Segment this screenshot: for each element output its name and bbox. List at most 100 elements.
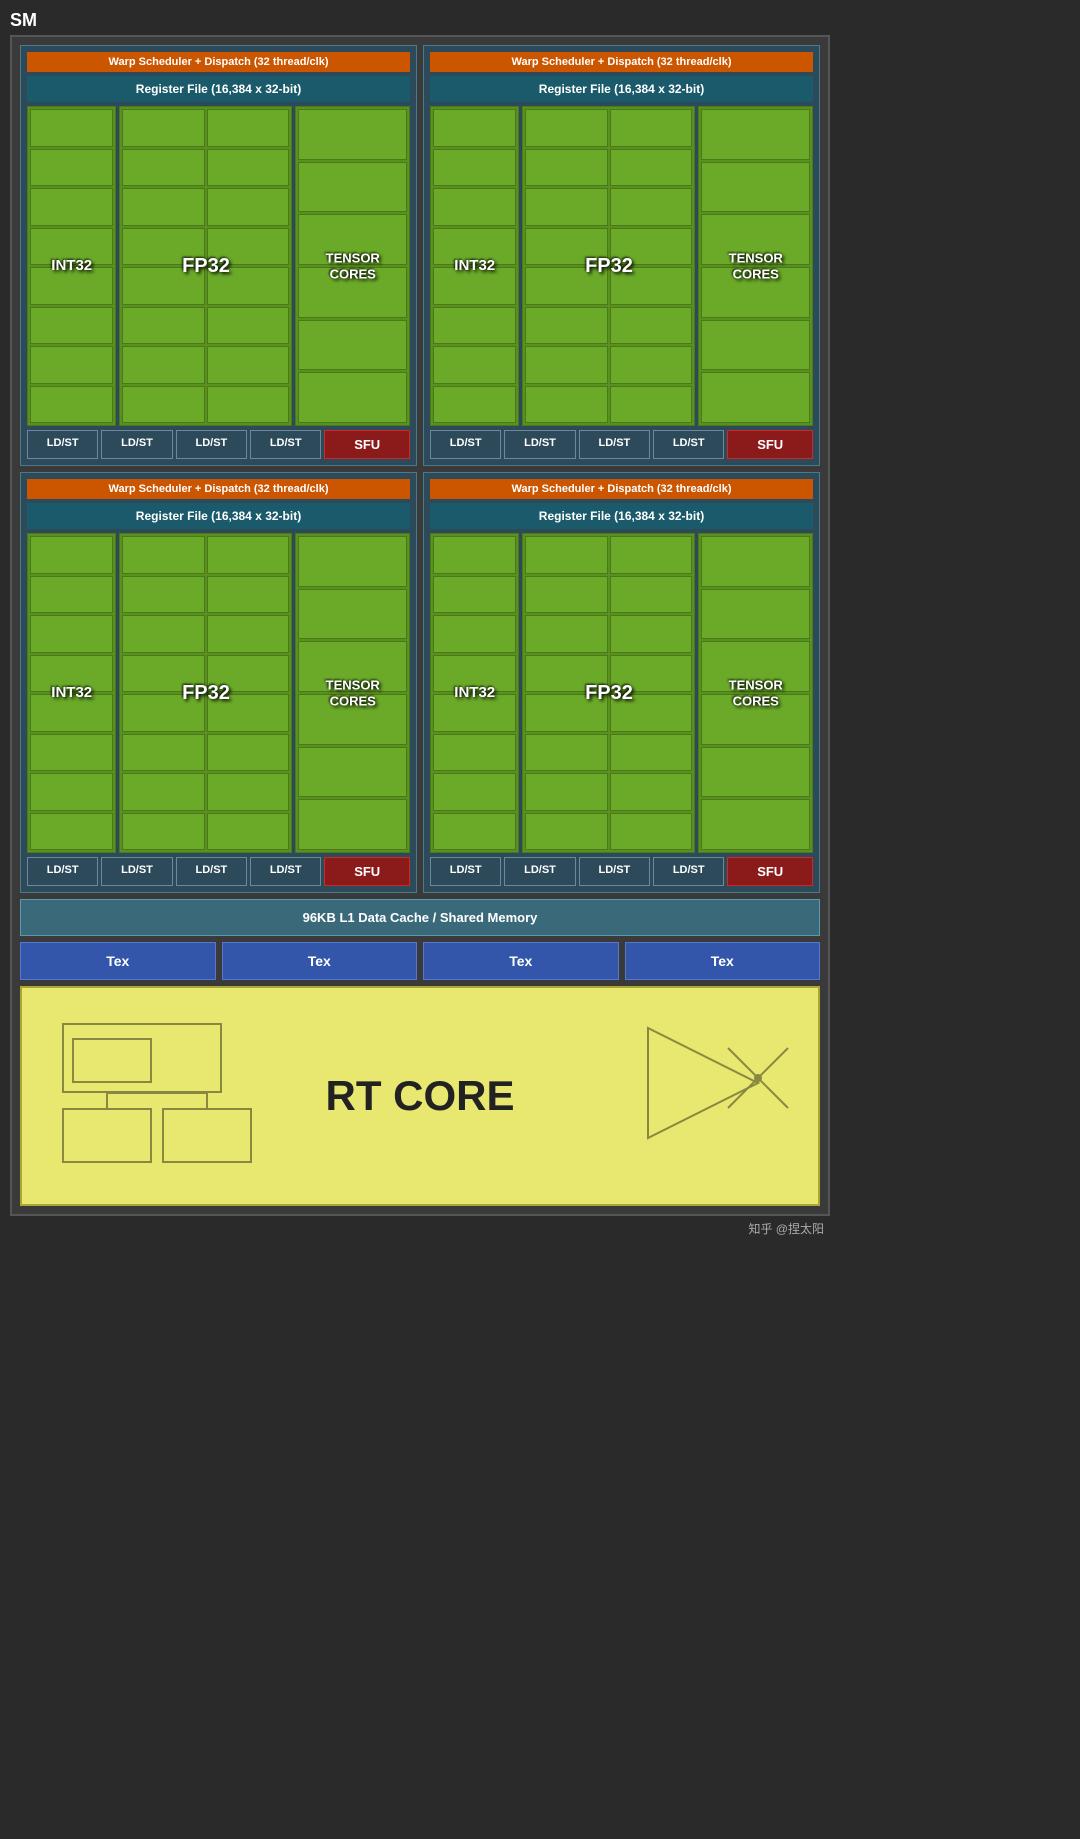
int32-cell bbox=[433, 615, 516, 653]
fp32-cell bbox=[122, 576, 204, 614]
tensor-col-2: TENSORCORES bbox=[698, 106, 813, 426]
tensor-cell bbox=[701, 320, 810, 371]
int32-cell bbox=[30, 734, 113, 772]
fp32-cell bbox=[525, 615, 607, 653]
fp32-cell bbox=[525, 188, 607, 226]
tensor-cell bbox=[701, 799, 810, 850]
tensor-cell bbox=[298, 109, 407, 160]
sfu-btn-1: SFU bbox=[324, 430, 410, 459]
fp32-cell bbox=[610, 773, 693, 811]
fp32-cell bbox=[525, 694, 607, 732]
rt-core-section: RT CORE bbox=[20, 986, 820, 1206]
int32-cell bbox=[30, 813, 113, 851]
tensor-cell bbox=[701, 747, 810, 798]
fp32-cell bbox=[207, 813, 290, 851]
tensor-cell bbox=[701, 109, 810, 160]
sm-label: SM bbox=[10, 10, 830, 31]
int32-cell bbox=[433, 655, 516, 693]
int32-cell bbox=[433, 694, 516, 732]
fp32-cell bbox=[207, 576, 290, 614]
fp32-cell bbox=[610, 267, 693, 305]
register-file-3: Register File (16,384 x 32-bit) bbox=[27, 503, 410, 529]
register-file-1: Register File (16,384 x 32-bit) bbox=[27, 76, 410, 102]
ldst-btn-9: LD/ST bbox=[27, 857, 98, 886]
int32-cell bbox=[30, 188, 113, 226]
fp32-cell bbox=[207, 386, 290, 424]
tensor-cell bbox=[701, 536, 810, 587]
int32-col-3: INT32 bbox=[27, 533, 116, 853]
fp32-cell bbox=[122, 813, 204, 851]
fp32-cell bbox=[207, 228, 290, 266]
fp32-cell bbox=[122, 734, 204, 772]
tensor-col-4: TENSORCORES bbox=[698, 533, 813, 853]
ldst-btn-1: LD/ST bbox=[27, 430, 98, 459]
fp32-cell bbox=[525, 228, 607, 266]
fp32-cell bbox=[610, 109, 693, 147]
ldst-btn-4: LD/ST bbox=[250, 430, 321, 459]
fp32-cell bbox=[610, 307, 693, 345]
tex-row: Tex Tex Tex Tex bbox=[20, 942, 820, 980]
fp32-cell bbox=[525, 734, 607, 772]
tensor-col-3: TENSORCORES bbox=[295, 533, 410, 853]
rt-bvh-diagram bbox=[52, 1008, 272, 1184]
int32-cell bbox=[30, 536, 113, 574]
fp32-cell bbox=[610, 536, 693, 574]
fp32-col-2: FP32 bbox=[522, 106, 695, 426]
fp32-cell bbox=[610, 576, 693, 614]
fp32-cell bbox=[525, 655, 607, 693]
fp32-cell bbox=[207, 694, 290, 732]
int32-cell bbox=[433, 149, 516, 187]
int32-cell bbox=[433, 188, 516, 226]
fp32-cell bbox=[610, 694, 693, 732]
ldst-btn-13: LD/ST bbox=[430, 857, 501, 886]
fp32-cell bbox=[525, 109, 607, 147]
ldst-btn-8: LD/ST bbox=[653, 430, 724, 459]
tex-btn-4: Tex bbox=[625, 942, 821, 980]
fp32-cell bbox=[610, 615, 693, 653]
tensor-cell bbox=[298, 267, 407, 318]
ldst-btn-10: LD/ST bbox=[101, 857, 172, 886]
sub-proc-2: Warp Scheduler + Dispatch (32 thread/clk… bbox=[423, 45, 820, 466]
ldst-btn-14: LD/ST bbox=[504, 857, 575, 886]
tensor-cell bbox=[298, 214, 407, 265]
fp32-cell bbox=[122, 188, 204, 226]
fp32-cell bbox=[525, 267, 607, 305]
fp32-cell bbox=[207, 346, 290, 384]
fp32-cell bbox=[610, 813, 693, 851]
fp32-cell bbox=[122, 267, 204, 305]
rt-triangle-diagram bbox=[638, 1018, 798, 1148]
int32-col-2: INT32 bbox=[430, 106, 519, 426]
ldst-btn-12: LD/ST bbox=[250, 857, 321, 886]
fp32-cell bbox=[207, 615, 290, 653]
fp32-cell bbox=[610, 346, 693, 384]
int32-cell bbox=[433, 228, 516, 266]
warp-scheduler-3: Warp Scheduler + Dispatch (32 thread/clk… bbox=[27, 479, 410, 499]
fp32-cell bbox=[525, 307, 607, 345]
fp32-cell bbox=[122, 615, 204, 653]
fp32-cell bbox=[122, 228, 204, 266]
tensor-cell bbox=[298, 536, 407, 587]
fp32-cell bbox=[122, 149, 204, 187]
int32-cell bbox=[30, 386, 113, 424]
sfu-btn-2: SFU bbox=[727, 430, 813, 459]
fp32-cell bbox=[525, 149, 607, 187]
fp32-cell bbox=[122, 694, 204, 732]
l1-cache-bar: 96KB L1 Data Cache / Shared Memory bbox=[20, 899, 820, 936]
int32-cell bbox=[433, 109, 516, 147]
ldst-row-4: LD/ST LD/ST LD/ST LD/ST SFU bbox=[430, 857, 813, 886]
fp32-cell bbox=[610, 149, 693, 187]
fp32-cell bbox=[207, 773, 290, 811]
tensor-cell bbox=[701, 372, 810, 423]
warp-scheduler-1: Warp Scheduler + Dispatch (32 thread/clk… bbox=[27, 52, 410, 72]
watermark: 知乎 @捏太阳 bbox=[10, 1216, 830, 1241]
fp32-cell bbox=[610, 188, 693, 226]
int32-cell bbox=[433, 307, 516, 345]
int32-cell bbox=[433, 813, 516, 851]
tensor-cell bbox=[701, 589, 810, 640]
fp32-cell bbox=[122, 307, 204, 345]
fp32-cell bbox=[525, 386, 607, 424]
tensor-cell bbox=[298, 641, 407, 692]
tensor-cell bbox=[298, 162, 407, 213]
ldst-btn-11: LD/ST bbox=[176, 857, 247, 886]
fp32-cell bbox=[122, 655, 204, 693]
